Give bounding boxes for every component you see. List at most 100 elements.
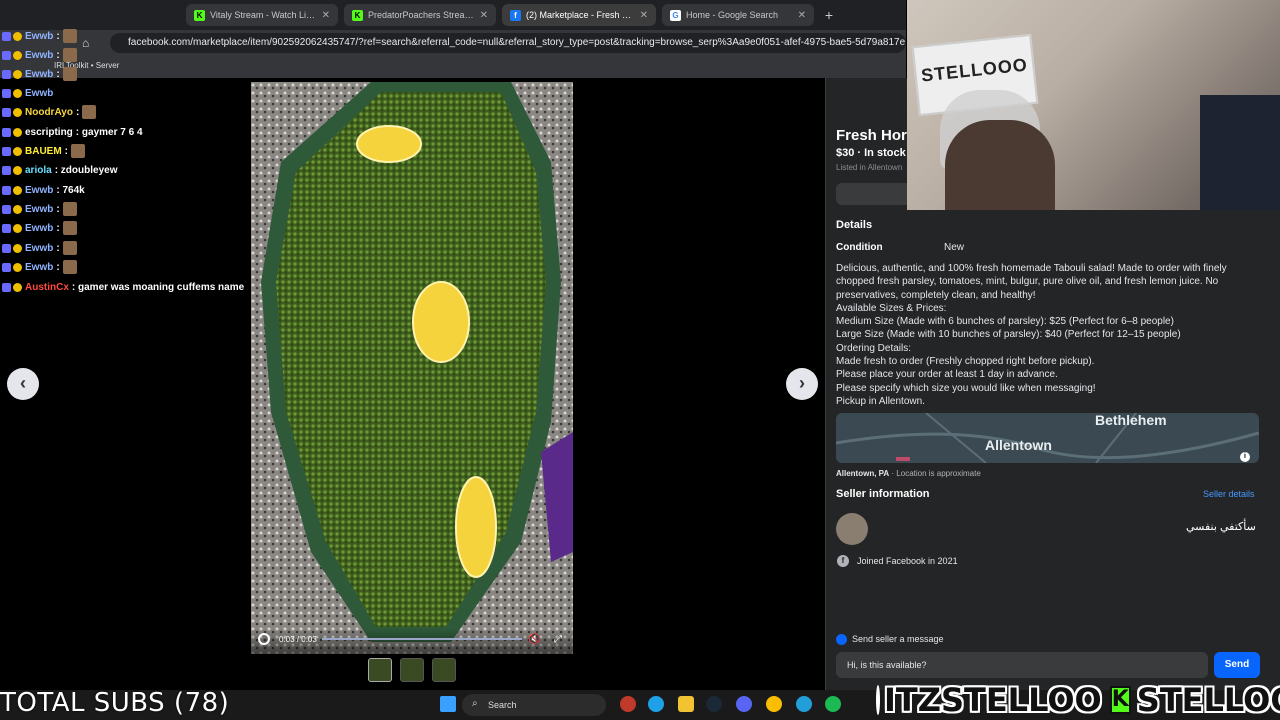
mute-icon[interactable]: 🔇 bbox=[528, 634, 540, 645]
chat-username: AustinCx bbox=[25, 281, 69, 293]
sub-badge-icon bbox=[13, 31, 22, 41]
joined-text: Joined Facebook in 2021 bbox=[857, 556, 958, 566]
facebook-icon: f bbox=[510, 9, 521, 21]
chat-message: Ewwb: bbox=[2, 66, 77, 82]
badge-icon bbox=[2, 185, 11, 195]
tab-predatorpoachers-stream[interactable]: K PredatorPoachers Stream - W... ✕ bbox=[344, 4, 496, 26]
chat-message: Ewwb: bbox=[2, 259, 77, 275]
close-icon[interactable]: ✕ bbox=[640, 10, 648, 21]
description-line: Medium Size (Made with 6 bunches of pars… bbox=[836, 316, 1174, 328]
chat-text: : bbox=[64, 145, 69, 157]
chat-text: : bbox=[56, 30, 60, 42]
badge-icon bbox=[2, 50, 11, 60]
chrome-icon[interactable] bbox=[766, 696, 782, 712]
details-heading: Details bbox=[836, 219, 873, 231]
seller-details-link[interactable]: Seller details bbox=[1203, 489, 1255, 499]
condition-value: New bbox=[944, 242, 965, 253]
chat-text: : gamer was moaning cuffems name bbox=[71, 281, 245, 293]
discord-icon[interactable] bbox=[736, 696, 752, 712]
previous-arrow-button[interactable]: ‹ bbox=[7, 368, 39, 400]
steam-icon[interactable] bbox=[706, 696, 722, 712]
send-message-heading: Send seller a message bbox=[852, 634, 944, 644]
taskbar-search[interactable]: Search bbox=[462, 694, 606, 716]
chat-text: : bbox=[75, 106, 80, 118]
emote-icon bbox=[62, 202, 77, 216]
chat-username: NoodrAyo bbox=[25, 106, 73, 118]
badge-icon bbox=[2, 282, 11, 292]
chat-message: Ewwb: 764k bbox=[2, 182, 85, 198]
badge-icon bbox=[2, 165, 11, 175]
spotify-icon[interactable] bbox=[825, 696, 841, 712]
thumbnail[interactable] bbox=[400, 658, 424, 682]
messenger-icon bbox=[836, 634, 847, 645]
file-explorer-icon[interactable] bbox=[678, 696, 694, 712]
info-icon[interactable]: i bbox=[1240, 452, 1250, 462]
close-icon[interactable]: ✕ bbox=[322, 10, 330, 21]
chat-message: Ewwb: bbox=[2, 201, 77, 217]
fullscreen-icon[interactable]: ⤢ bbox=[554, 634, 562, 645]
replay-icon[interactable] bbox=[258, 633, 270, 645]
chat-message: Ewwb: bbox=[2, 220, 77, 236]
tab-marketplace[interactable]: f (2) Marketplace - Fresh Home... ✕ bbox=[502, 4, 656, 26]
seller-name[interactable]: سأكتفي بنفسي bbox=[1186, 520, 1256, 533]
seller-avatar[interactable] bbox=[836, 513, 868, 545]
condition-label: Condition bbox=[836, 242, 883, 253]
windows-start-icon[interactable] bbox=[440, 696, 456, 712]
new-tab-button[interactable]: + bbox=[820, 6, 838, 24]
badge-icon bbox=[2, 127, 11, 137]
sub-badge-icon bbox=[13, 127, 22, 137]
sub-badge-icon bbox=[13, 69, 22, 79]
thumbnail[interactable] bbox=[432, 658, 456, 682]
tabouli-image bbox=[251, 82, 573, 654]
chat-message: Ewwb bbox=[2, 85, 56, 101]
app-icon[interactable] bbox=[620, 696, 636, 712]
close-icon[interactable]: ✕ bbox=[798, 10, 806, 21]
sub-badge-icon bbox=[13, 50, 22, 60]
description-line: Available Sizes & Prices: bbox=[836, 302, 947, 314]
chat-username: Ewwb bbox=[25, 68, 54, 80]
emote-icon bbox=[82, 105, 97, 119]
video-progress-bar[interactable] bbox=[322, 638, 522, 640]
search-icon: ⌕ bbox=[472, 698, 478, 709]
tab-google-search[interactable]: G Home - Google Search ✕ bbox=[662, 4, 814, 26]
message-input[interactable]: Hi, is this available? bbox=[836, 652, 1208, 678]
telegram-icon[interactable] bbox=[796, 696, 812, 712]
emote-icon bbox=[71, 144, 86, 158]
google-icon: G bbox=[670, 9, 681, 21]
emote-icon bbox=[62, 241, 77, 255]
chat-username: Ewwb bbox=[25, 87, 54, 99]
emote-icon bbox=[62, 29, 77, 43]
chat-username: Ewwb bbox=[25, 184, 54, 196]
badge-icon bbox=[2, 31, 11, 41]
chat-message: escripting: gaymer 7 6 4 bbox=[2, 124, 143, 140]
chat-text: : bbox=[56, 242, 60, 254]
description-line: Delicious, authentic, and 100% fresh hom… bbox=[836, 263, 1227, 274]
chat-username: ariola bbox=[25, 164, 52, 176]
map-label-bethlehem: Bethlehem bbox=[1095, 412, 1167, 428]
listing-video[interactable] bbox=[251, 82, 573, 654]
badge-icon bbox=[2, 204, 11, 214]
next-arrow-button[interactable]: › bbox=[786, 368, 818, 400]
chat-username: Ewwb bbox=[25, 222, 54, 234]
chat-message: AustinCx: gamer was moaning cuffems name bbox=[2, 279, 244, 295]
thumbnail[interactable] bbox=[368, 658, 392, 682]
chat-username: Ewwb bbox=[25, 261, 54, 273]
sub-badge-icon bbox=[13, 88, 22, 98]
description-line: Large Size (Made with 10 bunches of pars… bbox=[836, 329, 1181, 341]
badge-icon bbox=[2, 88, 11, 98]
kick-icon: K bbox=[352, 9, 363, 21]
description-line: Please specify which size you would like… bbox=[836, 382, 1096, 394]
edge-icon[interactable] bbox=[648, 696, 664, 712]
sub-badge-icon bbox=[13, 165, 22, 175]
description-line: preservatives, completely clean, and hea… bbox=[836, 289, 1036, 301]
description-line: Ordering Details: bbox=[836, 342, 912, 354]
close-icon[interactable]: ✕ bbox=[480, 10, 488, 21]
description-line: Made fresh to order (Freshly chopped rig… bbox=[836, 356, 1095, 368]
description-line: Please place your order at least 1 day i… bbox=[836, 369, 1058, 381]
chat-username: Ewwb bbox=[25, 49, 54, 61]
chat-username: Ewwb bbox=[25, 30, 54, 42]
chat-text: : bbox=[56, 203, 60, 215]
send-button[interactable]: Send bbox=[1214, 652, 1260, 678]
sub-badge-icon bbox=[13, 262, 22, 272]
emote-icon bbox=[62, 260, 77, 274]
